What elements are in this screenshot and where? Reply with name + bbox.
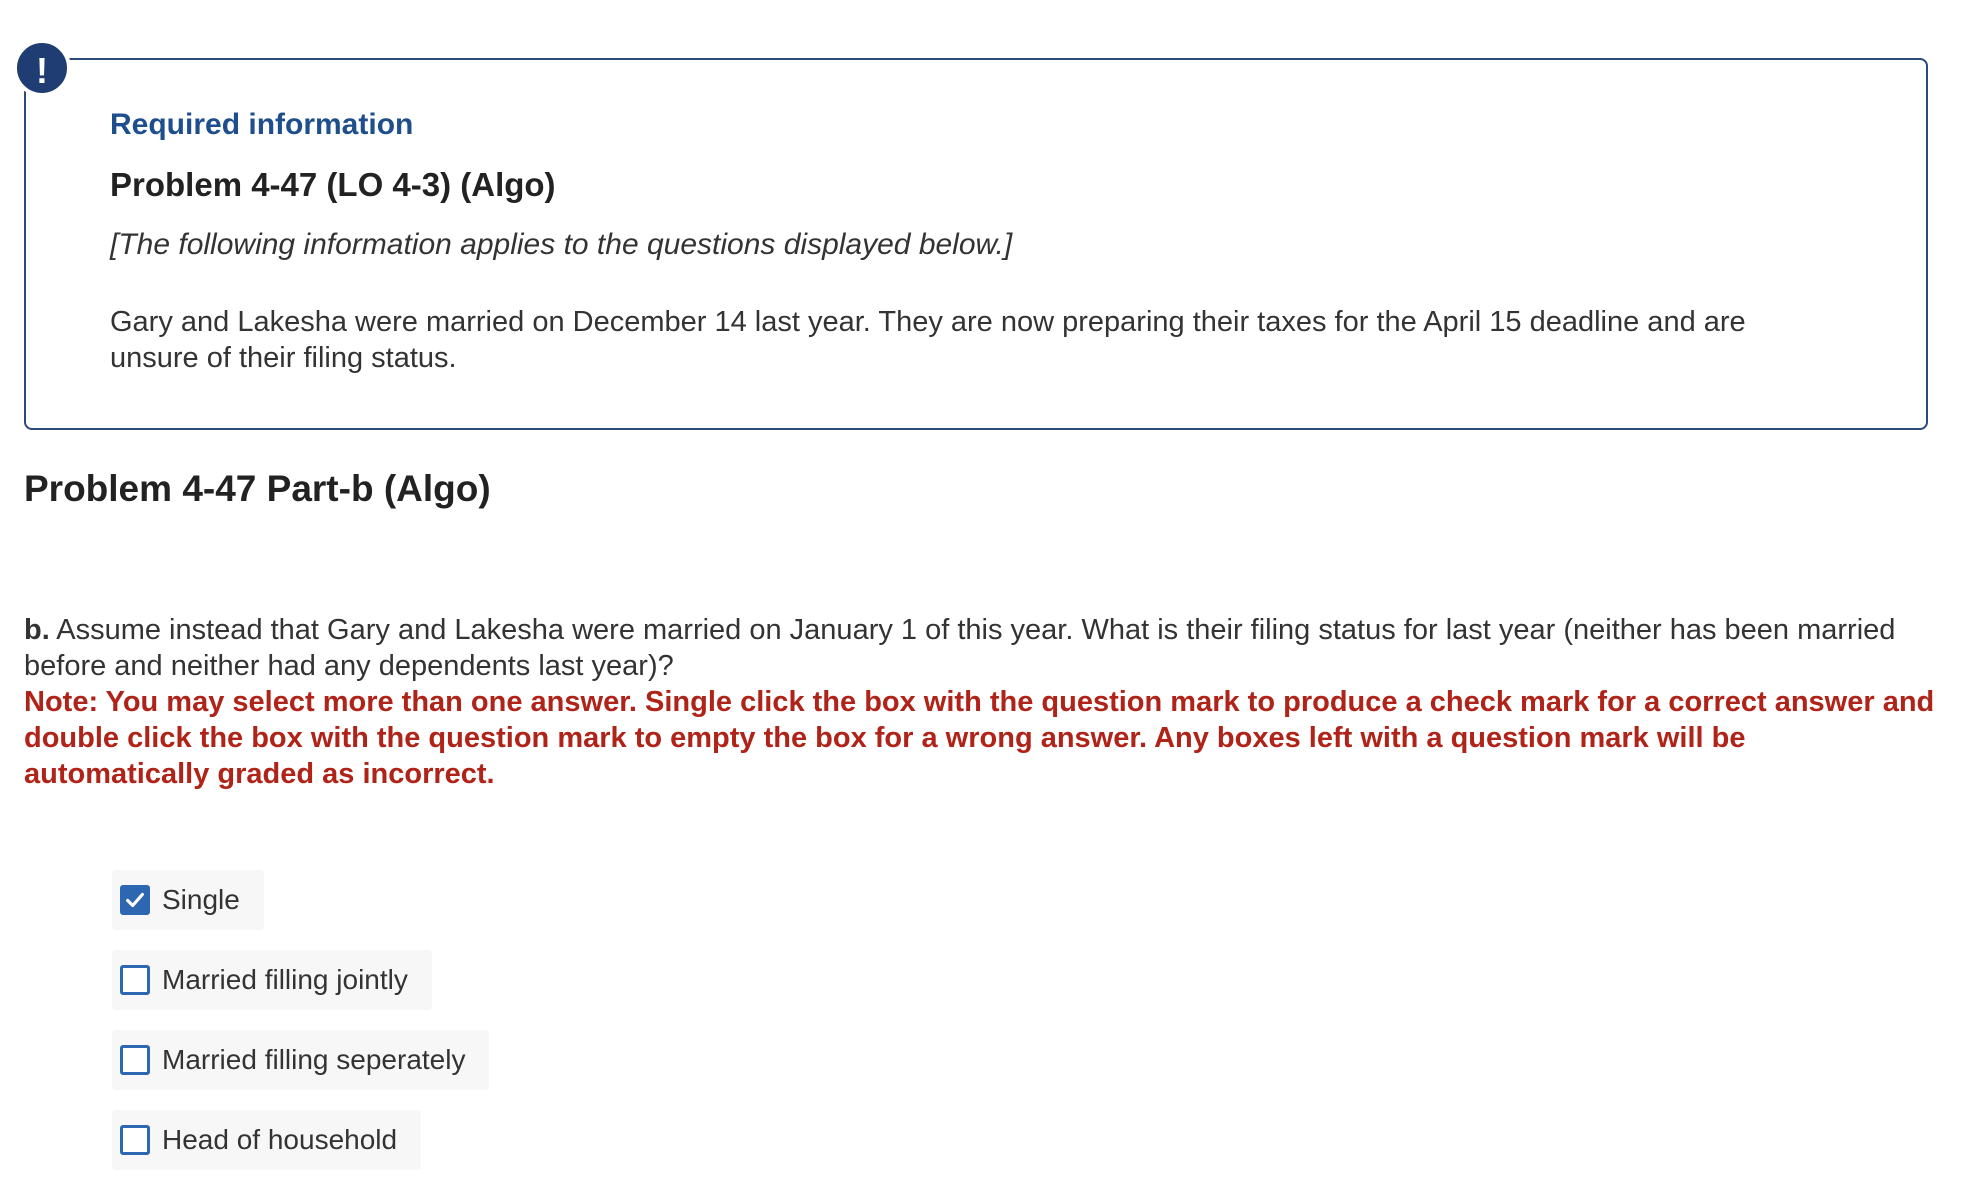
info-applies-note: [The following information applies to th…: [110, 228, 1013, 261]
question-text: b. Assume instead that Gary and Lakesha …: [24, 612, 1924, 684]
option-label: Married filling seperately: [162, 1044, 466, 1075]
question-body: Assume instead that Gary and Lakesha wer…: [24, 614, 1896, 682]
checkbox-empty-icon[interactable]: [120, 965, 150, 995]
question-prefix: b.: [24, 614, 50, 646]
option-label: Single: [162, 884, 240, 915]
option-married-filing-separately[interactable]: Married filling seperately: [112, 1030, 490, 1090]
alert-icon: !: [14, 40, 70, 96]
option-label: Head of household: [162, 1124, 398, 1155]
info-body-text: Gary and Lakesha were married on Decembe…: [110, 306, 1746, 374]
instruction-note: Note: You may select more than one answe…: [24, 686, 1935, 790]
option-head-of-household[interactable]: Head of household: [112, 1110, 422, 1170]
checkbox-empty-icon[interactable]: [120, 1125, 150, 1155]
checkbox-checked-icon[interactable]: [120, 885, 150, 915]
part-heading: Problem 4-47 Part-b (Algo): [24, 468, 491, 509]
checkbox-empty-icon[interactable]: [120, 1045, 150, 1075]
option-single[interactable]: Single: [112, 870, 264, 930]
option-label: Married filling jointly: [162, 964, 408, 995]
problem-title: Problem 4-47 (LO 4-3) (Algo): [110, 166, 556, 203]
required-information-label: Required information: [110, 108, 414, 141]
option-married-filing-jointly[interactable]: Married filling jointly: [112, 950, 432, 1010]
